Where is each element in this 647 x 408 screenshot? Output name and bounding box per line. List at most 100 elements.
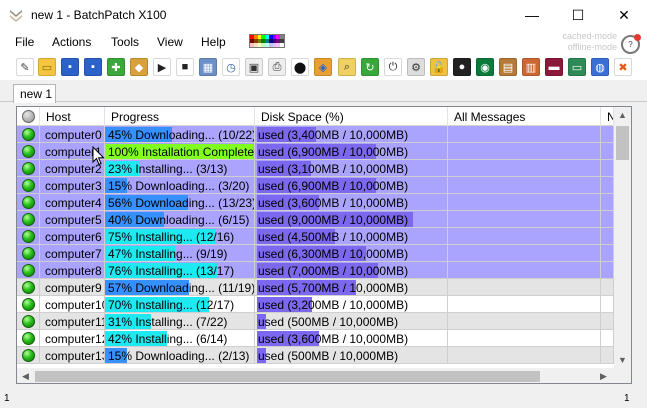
table-row[interactable]: computer0 45% Downloading... (10/22) used … xyxy=(17,126,614,143)
disk-space-cell: used (500MB / 10,000MB) xyxy=(255,347,448,364)
messages-cell xyxy=(448,194,601,211)
disk-space-cell: used (500MB / 10,000MB) xyxy=(255,313,448,330)
maximize-button[interactable]: ☐ xyxy=(555,0,601,30)
save-all-icon[interactable]: ▪ xyxy=(84,58,102,76)
menu-bar: File Actions Tools View Help cached-mode… xyxy=(0,30,647,54)
status-ok-icon xyxy=(22,281,35,294)
scroll-right-icon[interactable]: ▶ xyxy=(600,371,607,382)
status-ok-icon xyxy=(22,332,35,345)
n-cell xyxy=(601,211,614,228)
n-cell xyxy=(601,330,614,347)
table-row[interactable]: computer9 57% Downloading... (11/19) used … xyxy=(17,279,614,296)
host-name: computer0 xyxy=(45,128,102,142)
messages-cell xyxy=(448,177,601,194)
menu-actions[interactable]: Actions xyxy=(52,35,91,49)
header-host[interactable]: Host xyxy=(40,107,105,126)
host-name: computer12 xyxy=(45,332,105,346)
table-row[interactable]: computer6 75% Installing... (12/16) used (… xyxy=(17,228,614,245)
settings-icon[interactable]: ⚙ xyxy=(407,58,425,76)
scroll-left-icon[interactable]: ◀ xyxy=(22,371,29,382)
new-file-icon[interactable]: ✎ xyxy=(16,58,34,76)
power-icon[interactable]: ⏻ xyxy=(384,58,402,76)
cached-mode-label: cached-mode xyxy=(562,31,617,41)
progress-text: 75% Installing... (12/16) xyxy=(108,230,235,244)
globe-icon[interactable]: ◍ xyxy=(591,58,609,76)
host-name: computer11 xyxy=(45,315,105,329)
open-folder-icon[interactable]: ▭ xyxy=(38,58,56,76)
queue-icon[interactable]: ▥ xyxy=(522,58,540,76)
vertical-scrollbar[interactable]: ▲ ▼ xyxy=(614,107,631,368)
progress-text: 42% Installing... (6/14) xyxy=(108,332,228,346)
progress-cell: 45% Downloading... (10/22) xyxy=(105,126,255,143)
host-cell: computer3 xyxy=(40,177,105,194)
table-row[interactable]: computer13 15% Downloading... (2/13) used … xyxy=(17,347,614,364)
menu-tools[interactable]: Tools xyxy=(111,35,139,49)
disk-space-cell: used (7,000MB / 10,000MB) xyxy=(255,262,448,279)
search-icon[interactable]: ⌕ xyxy=(338,58,356,76)
remote-desktop-icon[interactable]: ▣ xyxy=(245,58,263,76)
table-row[interactable]: computer2 23% Installing... (3/13) used (3… xyxy=(17,160,614,177)
host-cell: computer12 xyxy=(40,330,105,347)
group-icon[interactable]: ◆ xyxy=(130,58,148,76)
menu-help[interactable]: Help xyxy=(201,35,226,49)
host-name: computer13 xyxy=(45,349,105,363)
delete-icon[interactable]: ✖ xyxy=(614,58,632,76)
clock-icon[interactable]: ◷ xyxy=(222,58,240,76)
refresh-icon[interactable]: ↻ xyxy=(361,58,379,76)
package-icon[interactable]: ▤ xyxy=(499,58,517,76)
header-progress[interactable]: Progress xyxy=(105,107,255,126)
unlock-icon[interactable]: 🔓 xyxy=(430,58,448,76)
table-row[interactable]: computer11 31% Installing... (7/22) used (… xyxy=(17,313,614,330)
status-ok-icon xyxy=(22,213,35,226)
header-disk-space[interactable]: Disk Space (%) xyxy=(255,107,448,126)
close-button[interactable]: ✕ xyxy=(601,0,647,30)
scroll-up-icon[interactable]: ▲ xyxy=(618,110,627,120)
printer-icon[interactable]: ⎙ xyxy=(268,58,286,76)
n-cell xyxy=(601,313,614,330)
table-row[interactable]: computer4 56% Downloading... (13/23) used … xyxy=(17,194,614,211)
table-row[interactable]: computer10 70% Installing... (12/17) used … xyxy=(17,296,614,313)
notification-badge-icon[interactable]: ? xyxy=(621,34,641,54)
messages-cell xyxy=(448,313,601,330)
table-row[interactable]: computer12 42% Installing... (6/14) used (… xyxy=(17,330,614,347)
horizontal-scrollbar[interactable]: ◀ ▶ xyxy=(17,368,614,383)
deploy-icon[interactable]: ◈ xyxy=(314,58,332,76)
console-icon[interactable]: ▬ xyxy=(545,58,563,76)
host-name: computer5 xyxy=(45,213,102,227)
menu-file[interactable]: File xyxy=(15,35,34,49)
circle-progress-alt-icon[interactable]: ◉ xyxy=(476,58,494,76)
disk-space-cell: used (6,900MB / 10,000MB) xyxy=(255,177,448,194)
table-row[interactable]: computer5 40% Downloading... (6/15) used (… xyxy=(17,211,614,228)
location-pin-icon[interactable]: ⬤ xyxy=(291,58,309,76)
add-host-icon[interactable]: ✚ xyxy=(107,58,125,76)
disk-text: used (3,600MB / 10,000MB) xyxy=(258,332,409,346)
tab-new-1[interactable]: new 1 xyxy=(13,84,56,103)
stop-icon[interactable]: ■ xyxy=(176,58,194,76)
host-name: computer4 xyxy=(45,196,102,210)
header-n[interactable]: N xyxy=(601,107,614,126)
monitor-icon[interactable]: ▭ xyxy=(568,58,586,76)
progress-cell: 57% Downloading... (11/19) xyxy=(105,279,255,296)
menu-view[interactable]: View xyxy=(157,35,183,49)
table-row[interactable]: computer1 100% Installation Complete used … xyxy=(17,143,614,160)
progress-cell: 42% Installing... (6/14) xyxy=(105,330,255,347)
header-all-messages[interactable]: All Messages xyxy=(448,107,601,126)
table-row[interactable]: computer3 15% Downloading... (3/20) used (… xyxy=(17,177,614,194)
disk-text: used (6,900MB / 10,000MB) xyxy=(258,179,409,193)
status-ok-icon xyxy=(22,298,35,311)
horizontal-scroll-thumb[interactable] xyxy=(35,371,540,382)
minimize-button[interactable]: — xyxy=(509,0,555,30)
save-icon[interactable]: ▪ xyxy=(61,58,79,76)
scroll-down-icon[interactable]: ▼ xyxy=(618,355,627,365)
app-icon xyxy=(10,10,22,22)
disk-space-cell: used (4,500MB / 10,000MB) xyxy=(255,228,448,245)
table-row[interactable]: computer7 47% Installing... (9/19) used (6… xyxy=(17,245,614,262)
circle-progress-icon[interactable]: ● xyxy=(453,58,471,76)
vertical-scroll-thumb[interactable] xyxy=(616,126,629,160)
table-row[interactable]: computer8 76% Installing... (13/17) used (… xyxy=(17,262,614,279)
disk-space-cell: used (3,400MB / 10,000MB) xyxy=(255,126,448,143)
color-palette-icon[interactable] xyxy=(249,34,285,48)
header-status-col[interactable] xyxy=(17,107,40,126)
network-icon[interactable]: ▦ xyxy=(199,58,217,76)
play-icon[interactable]: ▶ xyxy=(153,58,171,76)
